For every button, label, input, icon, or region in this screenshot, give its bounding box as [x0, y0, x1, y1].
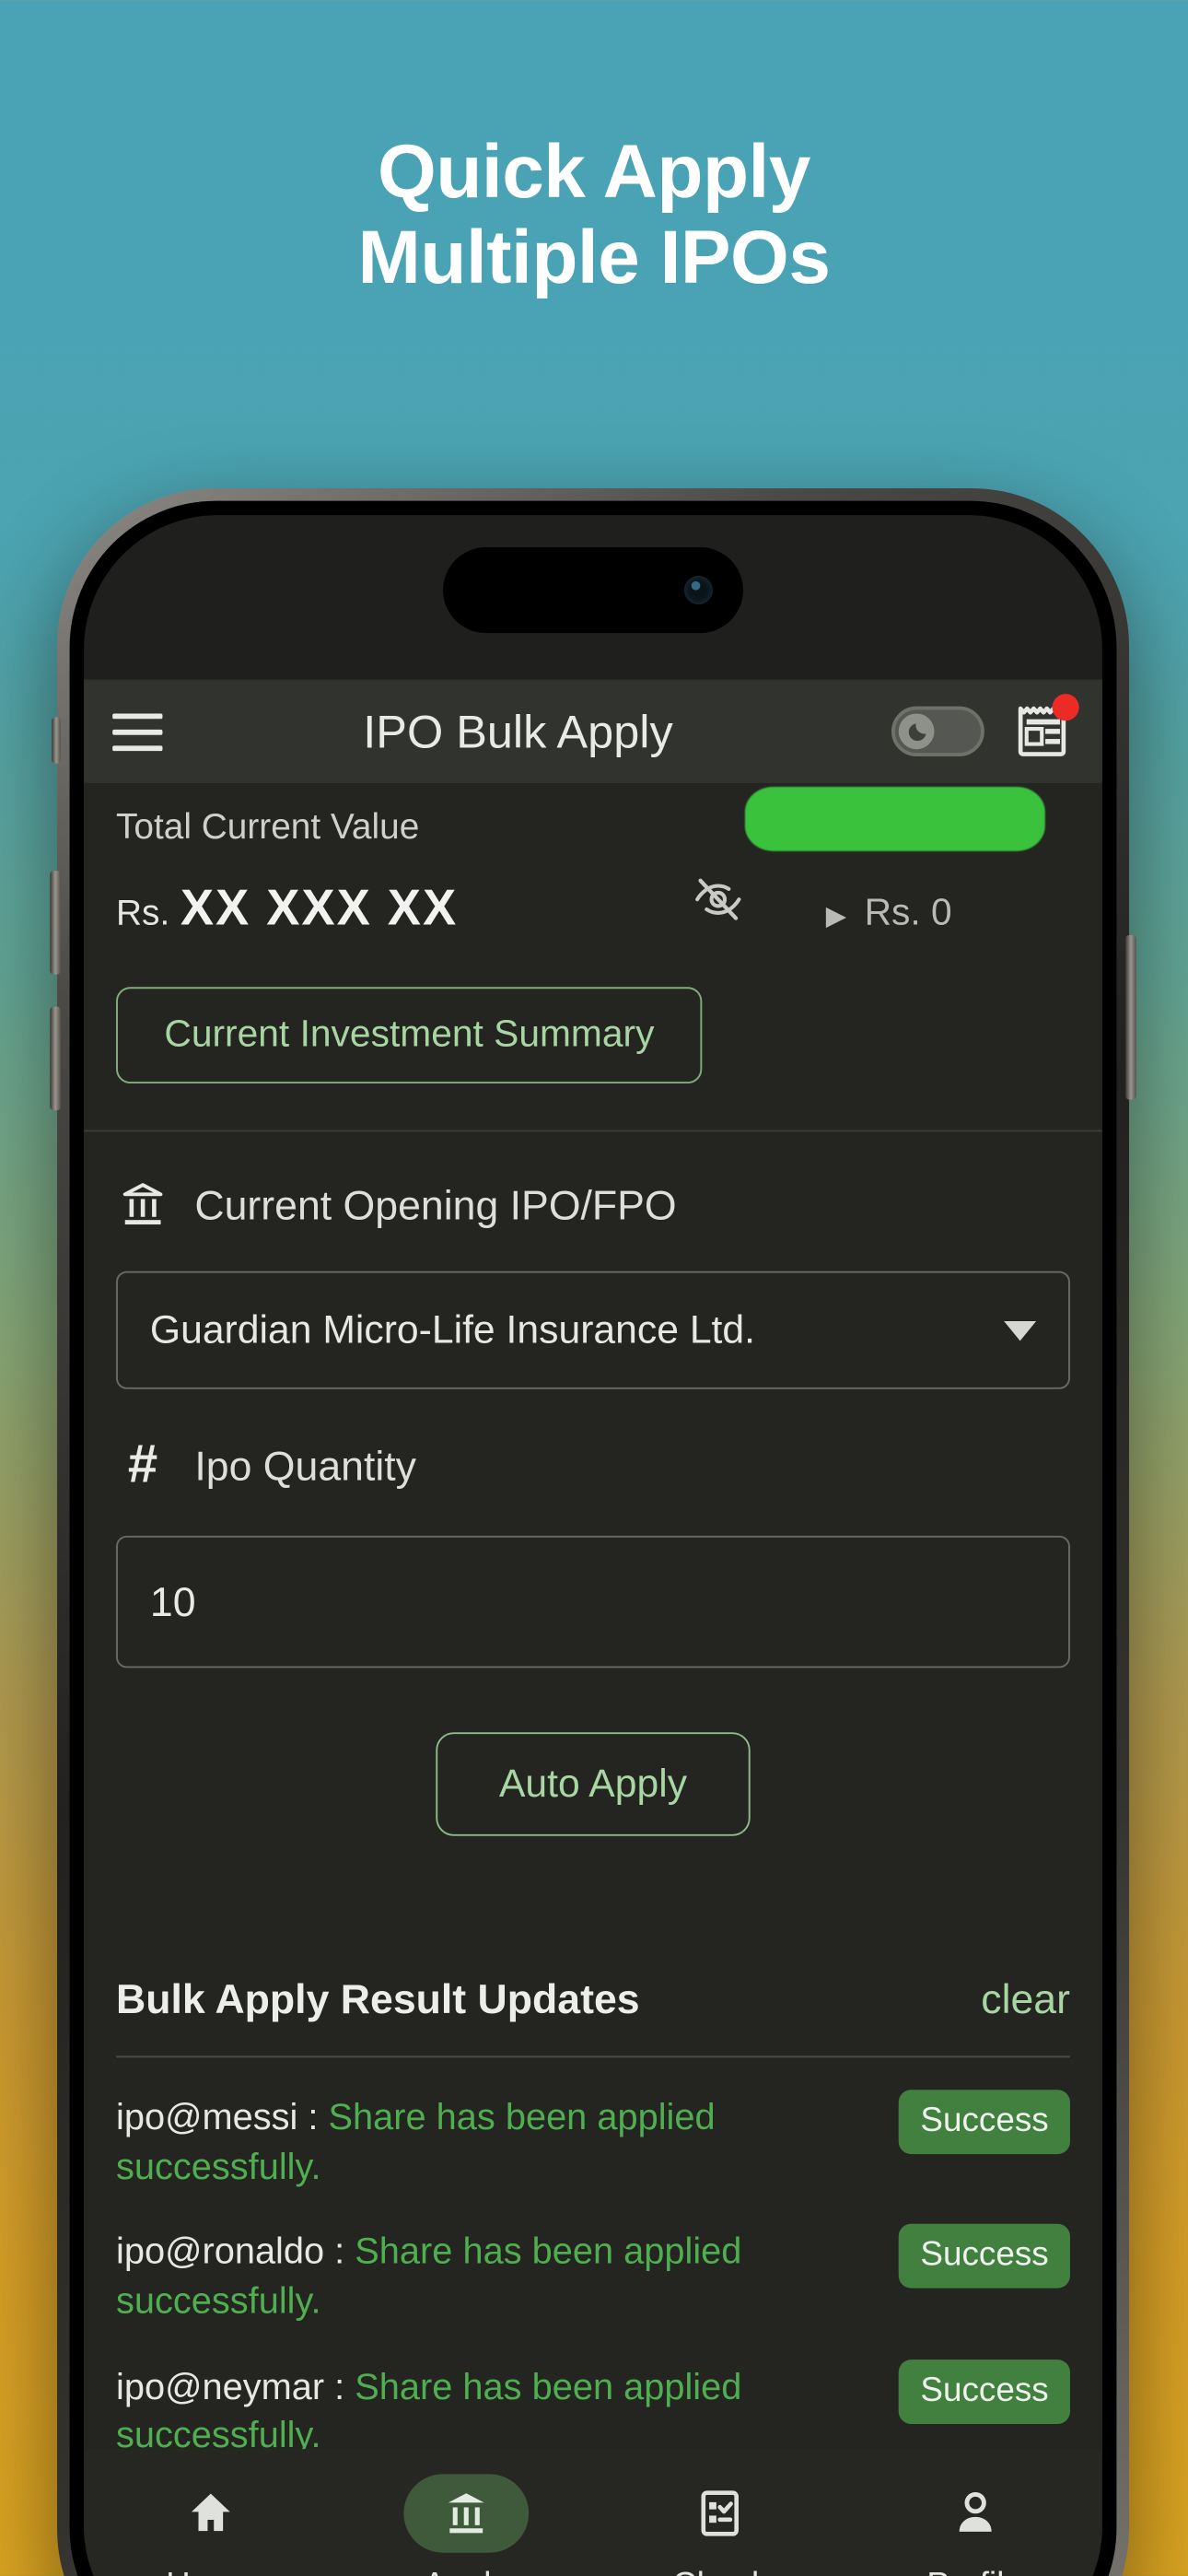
- app-bar: IPO Bulk Apply: [84, 679, 1102, 784]
- checklist-icon: [701, 2490, 740, 2536]
- nav-label-profile: Profile: [926, 2567, 1022, 2576]
- portfolio-summary: Total Current Value: [116, 783, 1070, 851]
- results-title: Bulk Apply Result Updates: [116, 1975, 640, 2022]
- result-user: ipo@ronaldo :: [116, 2231, 355, 2273]
- auto-apply-wrap: Auto Apply: [116, 1732, 1070, 1836]
- home-icon: [192, 2493, 231, 2532]
- status-badge: Success: [899, 2359, 1070, 2424]
- nav-label-apply: Apply: [424, 2567, 508, 2576]
- phone-frame: IPO Bulk Apply Total Current Value Rs. X…: [50, 488, 1136, 2576]
- quantity-input-value: 10: [149, 1577, 196, 1624]
- status-badge: Success: [899, 2224, 1070, 2289]
- phone-mockup: IPO Bulk Apply Total Current Value Rs. X…: [50, 488, 1188, 2576]
- phone-volume-up-button[interactable]: [50, 871, 61, 975]
- secondary-value: Rs. 0: [864, 892, 952, 934]
- eye-off-icon[interactable]: [693, 874, 743, 924]
- person-icon: [959, 2491, 992, 2532]
- dynamic-island: [443, 547, 743, 634]
- company-select[interactable]: Guardian Micro-Life Insurance Ltd.: [116, 1270, 1070, 1389]
- redaction-mark: [744, 786, 1045, 851]
- ipo-section-header: Current Opening IPO/FPO: [116, 1178, 1070, 1232]
- calendar-news-button[interactable]: [1013, 694, 1079, 762]
- results-divider: [116, 2055, 1070, 2058]
- moon-icon: [898, 713, 935, 750]
- hash-icon: #: [127, 1435, 158, 1495]
- phone-volume-down-button[interactable]: [50, 1006, 61, 1111]
- nav-label-check: Check: [672, 2567, 768, 2576]
- nav-label-home: Home: [166, 2567, 256, 2576]
- bank-icon: [116, 1178, 169, 1232]
- bank-icon: [448, 2493, 484, 2534]
- currency-prefix: Rs.: [116, 894, 170, 934]
- bottom-navigation: Home Apply: [84, 2449, 1102, 2576]
- table-row: ipo@ronaldo : Share has been applied suc…: [116, 2224, 1070, 2326]
- portfolio-value-row: Rs. XX XXX XX ▶ Rs. 0: [116, 874, 1070, 937]
- chevron-down-icon: [1004, 1320, 1037, 1341]
- clear-results-button[interactable]: clear: [981, 1975, 1070, 2023]
- nav-item-profile[interactable]: Profile: [847, 2474, 1101, 2576]
- notification-badge: [1052, 694, 1079, 721]
- triangle-right-icon[interactable]: ▶: [826, 899, 846, 931]
- promo-line-1: Quick Apply: [378, 130, 810, 214]
- nav-item-check[interactable]: Check: [593, 2474, 847, 2576]
- auto-apply-button[interactable]: Auto Apply: [437, 1732, 750, 1836]
- company-select-value: Guardian Micro-Life Insurance Ltd.: [149, 1306, 756, 1352]
- section-divider: [84, 1130, 1102, 1132]
- phone-screen: IPO Bulk Apply Total Current Value Rs. X…: [84, 515, 1102, 2576]
- table-row: ipo@messi : Share has been applied succe…: [116, 2090, 1070, 2192]
- phone-bezel: IPO Bulk Apply Total Current Value Rs. X…: [69, 500, 1117, 2576]
- result-user: ipo@messi :: [116, 2097, 329, 2138]
- result-user: ipo@neymar :: [116, 2366, 355, 2407]
- promo-line-2: Multiple IPOs: [357, 216, 831, 300]
- nav-item-apply[interactable]: Apply: [339, 2474, 593, 2576]
- phone-mute-switch[interactable]: [52, 717, 61, 764]
- status-badge: Success: [899, 2090, 1070, 2155]
- main-content: Total Current Value Rs. XX XXX XX ▶ Rs. …: [84, 783, 1102, 2576]
- phone-power-button[interactable]: [1125, 935, 1136, 1100]
- masked-portfolio-value: XX XXX XX: [180, 879, 459, 935]
- front-camera-icon: [683, 576, 713, 605]
- quantity-section-label: Ipo Quantity: [194, 1441, 417, 1489]
- quantity-input[interactable]: 10: [116, 1535, 1070, 1669]
- current-investment-summary-button[interactable]: Current Investment Summary: [116, 987, 703, 1084]
- results-header: Bulk Apply Result Updates clear: [116, 1975, 1070, 2023]
- table-row: ipo@neymar : Share has been applied succ…: [116, 2359, 1070, 2462]
- ipo-section-label: Current Opening IPO/FPO: [194, 1180, 677, 1228]
- theme-toggle-switch[interactable]: [891, 706, 984, 756]
- quantity-section-header: # Ipo Quantity: [116, 1435, 1070, 1496]
- nav-item-home[interactable]: Home: [84, 2474, 338, 2576]
- app-title: IPO Bulk Apply: [363, 703, 673, 757]
- promo-headline: Quick Apply Multiple IPOs: [0, 129, 1188, 301]
